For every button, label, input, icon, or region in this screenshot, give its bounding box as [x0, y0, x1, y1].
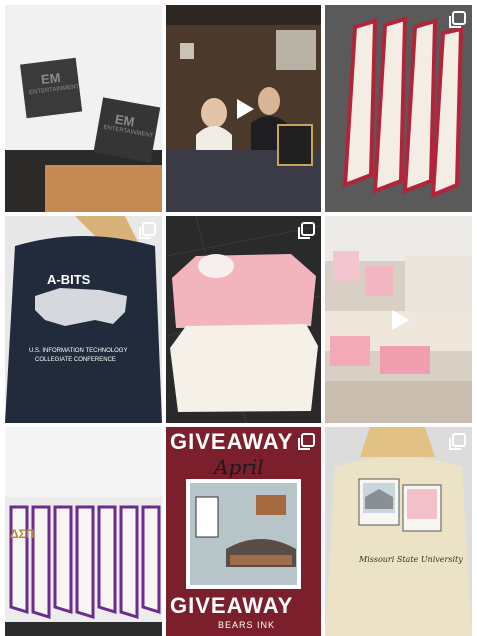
post-image-sweatshirts — [166, 216, 321, 423]
play-icon — [391, 309, 409, 330]
play-icon — [236, 98, 254, 119]
post-image-coasters — [5, 5, 162, 212]
carousel-icon — [139, 222, 156, 239]
shirt-line-2: COLLEGIATE CONFERENCE — [35, 357, 116, 363]
shirt-title: A-BITS — [47, 272, 91, 287]
post-image-abits-shirt — [5, 216, 162, 423]
shirt-line-1: U.S. INFORMATION TECHNOLOGY — [29, 348, 128, 354]
post-tile-merch-table[interactable] — [325, 216, 472, 423]
giveaway-month: April — [214, 455, 264, 479]
post-image-red-stoles — [325, 5, 472, 212]
giveaway-headline-bottom: GIVEAWAY — [170, 593, 294, 618]
post-grid: EM ENTERTAINMENT EM ENTERTAINMENT A-BITS… — [0, 0, 477, 636]
post-tile-msu-sweatshirt[interactable]: Missouri State University — [325, 427, 472, 636]
post-tile-red-stoles[interactable] — [325, 5, 472, 212]
post-tile-sweatshirts[interactable] — [166, 216, 321, 423]
carousel-icon — [449, 11, 466, 28]
carousel-icon — [298, 222, 315, 239]
post-tile-abits-shirt[interactable]: A-BITS U.S. INFORMATION TECHNOLOGY COLLE… — [5, 216, 162, 423]
post-tile-booth[interactable] — [166, 5, 321, 212]
post-tile-dsp-stoles[interactable]: ΔΣΠ — [5, 427, 162, 636]
giveaway-headline-top: GIVEAWAY — [170, 429, 294, 454]
sweatshirt-script: Missouri State University — [359, 555, 463, 564]
post-tile-giveaway[interactable]: GIVEAWAY April GIVEAWAY BEARS INK — [166, 427, 321, 636]
carousel-icon — [298, 433, 315, 450]
post-tile-coasters[interactable]: EM ENTERTAINMENT EM ENTERTAINMENT — [5, 5, 162, 212]
post-image-msu-sweatshirt — [325, 427, 472, 636]
giveaway-footer: BEARS INK — [218, 620, 276, 630]
coaster-brand-1: EM — [40, 69, 62, 88]
carousel-icon — [449, 433, 466, 450]
stole-letters: ΔΣΠ — [10, 527, 35, 541]
